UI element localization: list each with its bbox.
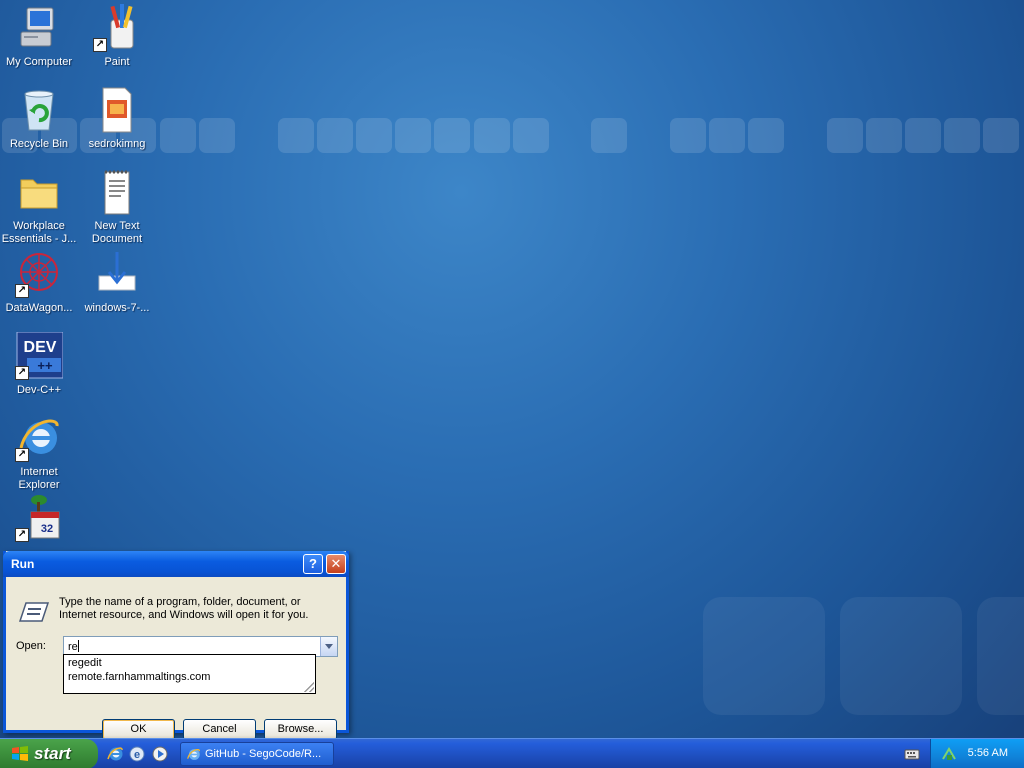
desktop-icon-sedrokimng[interactable]: sedrokimng (78, 86, 156, 151)
wallpaper-tile (866, 118, 902, 153)
desktop-icon-datawagon[interactable]: ↗ DataWagon... (0, 250, 78, 315)
resize-grip-icon[interactable] (304, 682, 314, 692)
internet-explorer-icon[interactable] (106, 745, 124, 763)
shortcut-arrow-icon: ↗ (15, 366, 29, 380)
desktop-icon-recycle-bin[interactable]: Recycle Bin (0, 86, 78, 151)
start-button[interactable]: start (0, 739, 98, 768)
desktop-icon-label: Dev-C++ (16, 384, 62, 396)
my-computer-icon (20, 7, 54, 47)
browse-button[interactable]: Browse... (264, 719, 337, 740)
desktop-icon-internet-explorer[interactable]: ↗ Internet Explorer (0, 414, 78, 492)
svg-text:e: e (134, 749, 140, 761)
system-tray: 5:56 AM (930, 739, 1024, 768)
shortcut-arrow-icon: ↗ (15, 284, 29, 298)
windows-logo-icon (12, 746, 28, 761)
internet-explorer-icon (187, 749, 200, 760)
desktop-icon-label: Internet Explorer (18, 466, 60, 491)
open-input-value: re (68, 641, 78, 653)
autocomplete-item[interactable]: remote.farnhammaltings.com (64, 669, 315, 683)
run-description: Type the name of a program, folder, docu… (59, 596, 309, 621)
desktop-icon-label: windows-7-... (84, 302, 150, 314)
media-player-icon[interactable] (151, 745, 169, 763)
wallpaper-tile (199, 118, 235, 153)
autocomplete-list: regedit remote.farnhammaltings.com (63, 654, 316, 694)
svg-text:DEV: DEV (24, 339, 57, 356)
folder-icon (20, 179, 58, 209)
desktop-icon-new-text-document[interactable]: New Text Document (78, 168, 156, 246)
cancel-button[interactable]: Cancel (183, 719, 256, 740)
wallpaper-tile (748, 118, 784, 153)
wallpaper-tile (591, 118, 627, 153)
wallpaper-tile (703, 597, 825, 715)
wallpaper-tile (983, 118, 1019, 153)
desktop-icon-label: Workplace Essentials - J... (1, 220, 77, 245)
desktop-icon-label: Paint (104, 56, 130, 68)
wallpaper-tile (395, 118, 431, 153)
taskbar: start e GitHub - SegoCode/R... 5:56 AM (0, 738, 1024, 768)
desktop-icon-label: Recycle Bin (9, 138, 69, 150)
desktop-icon-paint[interactable]: ↗ Paint (78, 4, 156, 69)
desktop-icon-label: My Computer (5, 56, 73, 68)
run-dialog-titlebar[interactable]: Run ? ✕ (3, 551, 349, 577)
desktop-icon-label: DataWagon... (5, 302, 73, 314)
recycle-bin-icon (24, 90, 54, 131)
taskbar-button-github[interactable]: GitHub - SegoCode/R... (180, 742, 334, 766)
download-icon (98, 252, 136, 291)
wallpaper-tile (317, 118, 353, 153)
wallpaper-tile (434, 118, 470, 153)
wallpaper-tile (278, 118, 314, 153)
close-button[interactable]: ✕ (326, 554, 346, 574)
text-document-icon (104, 170, 130, 215)
wallpaper-tile (827, 118, 863, 153)
taskbar-button-label: GitHub - SegoCode/R... (205, 748, 322, 760)
help-button[interactable]: ? (303, 554, 323, 574)
run-icon (18, 602, 50, 622)
desktop-icon-windows-7[interactable]: windows-7-... (78, 250, 156, 315)
desktop-icon-my-computer[interactable]: My Computer (0, 4, 78, 69)
desktop-icon-label: New Text Document (91, 220, 143, 245)
browser-icon[interactable]: e (128, 745, 146, 763)
desktop-icon-dev-cpp[interactable]: DEV ++ ↗ Dev-C++ (0, 331, 78, 397)
clock[interactable]: 5:56 AM (968, 747, 1008, 759)
text-caret (77, 640, 79, 652)
wallpaper-tile (977, 597, 1024, 715)
shortcut-arrow-icon: ↗ (15, 528, 29, 542)
open-label: Open: (16, 640, 46, 652)
shortcut-arrow-icon: ↗ (93, 38, 107, 52)
chevron-down-icon[interactable] (320, 637, 337, 656)
wallpaper-tile (474, 118, 510, 153)
wallpaper-tile (356, 118, 392, 153)
desktop-icon-calendar-app[interactable]: 32 ↗ (0, 494, 78, 546)
wallpaper-tile (905, 118, 941, 153)
wallpaper-tile (944, 118, 980, 153)
ok-button[interactable]: OK (102, 719, 175, 740)
keyboard-icon[interactable] (904, 747, 920, 761)
network-icon[interactable] (941, 746, 957, 762)
document-icon (102, 87, 132, 133)
autocomplete-item[interactable]: regedit (64, 655, 315, 669)
wallpaper-tile (709, 118, 745, 153)
wallpaper-tile (670, 118, 706, 153)
wallpaper-tile (513, 118, 549, 153)
wallpaper-tile (160, 118, 196, 153)
run-dialog-title: Run (11, 557, 35, 571)
svg-text:++: ++ (37, 358, 53, 373)
wallpaper-tile (840, 597, 962, 715)
run-dialog: Run ? ✕ Type the name of a program, fold… (3, 551, 349, 740)
desktop-icon-label: sedrokimng (88, 138, 146, 150)
start-label: start (34, 744, 71, 763)
desktop-icon-workplace-essentials[interactable]: Workplace Essentials - J... (0, 168, 78, 246)
shortcut-arrow-icon: ↗ (15, 448, 29, 462)
svg-text:32: 32 (41, 523, 53, 535)
